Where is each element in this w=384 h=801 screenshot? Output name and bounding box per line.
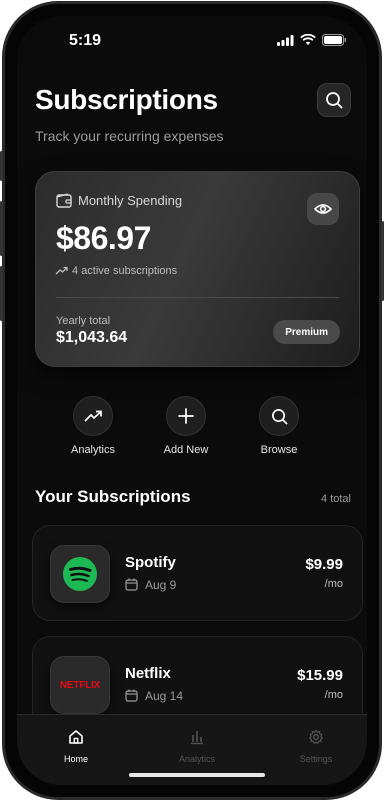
analytics-action[interactable]: Analytics	[53, 396, 133, 456]
monthly-spending-card: Monthly Spending $86.97 4 active subscri…	[35, 171, 360, 367]
premium-badge[interactable]: Premium	[273, 320, 340, 344]
toggle-visibility-button[interactable]	[307, 193, 339, 225]
volume-down-button	[0, 266, 3, 321]
section-title: Your Subscriptions	[35, 487, 191, 506]
plus-icon	[178, 408, 194, 424]
signal-icon	[277, 34, 294, 46]
active-subscriptions-count: 4 active subscriptions	[72, 265, 178, 277]
spotify-icon	[63, 557, 97, 591]
page-title: Subscriptions	[35, 84, 218, 115]
analytics-action-label: Analytics	[70, 444, 116, 456]
tab-settings[interactable]: Settings	[276, 729, 356, 764]
bar-chart-icon	[191, 731, 203, 745]
add-new-label: Add New	[163, 444, 209, 456]
status-bar: 5:19	[17, 30, 367, 54]
browse-button[interactable]	[259, 396, 299, 436]
add-new-action[interactable]: Add New	[146, 396, 226, 456]
volume-up-button	[0, 201, 3, 256]
tab-settings-label: Settings	[299, 754, 333, 764]
battery-icon	[322, 34, 346, 46]
monthly-amount: $86.97	[56, 220, 151, 256]
trending-up-icon	[55, 266, 68, 275]
calendar-icon	[125, 689, 138, 702]
tab-home-label: Home	[63, 754, 88, 764]
phone-frame: 5:19 Subscriptions Track your recurring …	[0, 1, 384, 800]
search-button[interactable]	[317, 83, 351, 117]
tab-analytics[interactable]: Analytics	[157, 729, 237, 764]
card-divider	[56, 297, 339, 298]
mute-switch	[0, 151, 3, 181]
gear-icon	[309, 729, 323, 744]
netflix-logo: NETFLIX	[50, 656, 110, 714]
netflix-wordmark: NETFLIX	[59, 679, 101, 691]
calendar-icon	[125, 578, 138, 591]
add-new-button[interactable]	[166, 396, 206, 436]
home-icon	[69, 730, 83, 744]
subscription-name: Spotify	[125, 554, 176, 571]
subscription-period: /mo	[324, 689, 343, 701]
wifi-icon	[300, 34, 316, 45]
subscription-price: $15.99	[297, 667, 343, 684]
analytics-action-button[interactable]	[73, 396, 113, 436]
app-screen: 5:19 Subscriptions Track your recurring …	[17, 16, 367, 785]
subscription-period: /mo	[324, 578, 343, 590]
yearly-total-label: Yearly total	[56, 315, 111, 327]
search-icon	[326, 92, 343, 109]
subscription-price: $9.99	[305, 556, 343, 573]
subscription-date: Aug 14	[145, 689, 184, 703]
wallet-icon	[56, 193, 72, 208]
page-subtitle: Track your recurring expenses	[35, 128, 224, 144]
status-time: 5:19	[69, 32, 102, 49]
yearly-total-value: $1,043.64	[56, 329, 128, 346]
monthly-spending-label: Monthly Spending	[78, 193, 183, 208]
search-icon	[271, 408, 287, 424]
tab-home[interactable]: Home	[36, 729, 116, 764]
browse-label: Browse	[260, 444, 298, 456]
tab-bar: Home Analytics Settings	[17, 714, 367, 785]
tab-analytics-label: Analytics	[178, 754, 215, 764]
section-count: 4 total	[321, 493, 351, 505]
subscription-date: Aug 9	[145, 578, 177, 592]
eye-icon	[314, 204, 332, 214]
subscription-name: Netflix	[125, 665, 171, 682]
spotify-logo	[50, 545, 110, 603]
trending-up-icon	[84, 410, 102, 422]
subscription-card-spotify[interactable]: Spotify Aug 9 $9.99 /mo	[32, 525, 363, 621]
home-indicator[interactable]	[129, 773, 265, 777]
browse-action[interactable]: Browse	[239, 396, 319, 456]
